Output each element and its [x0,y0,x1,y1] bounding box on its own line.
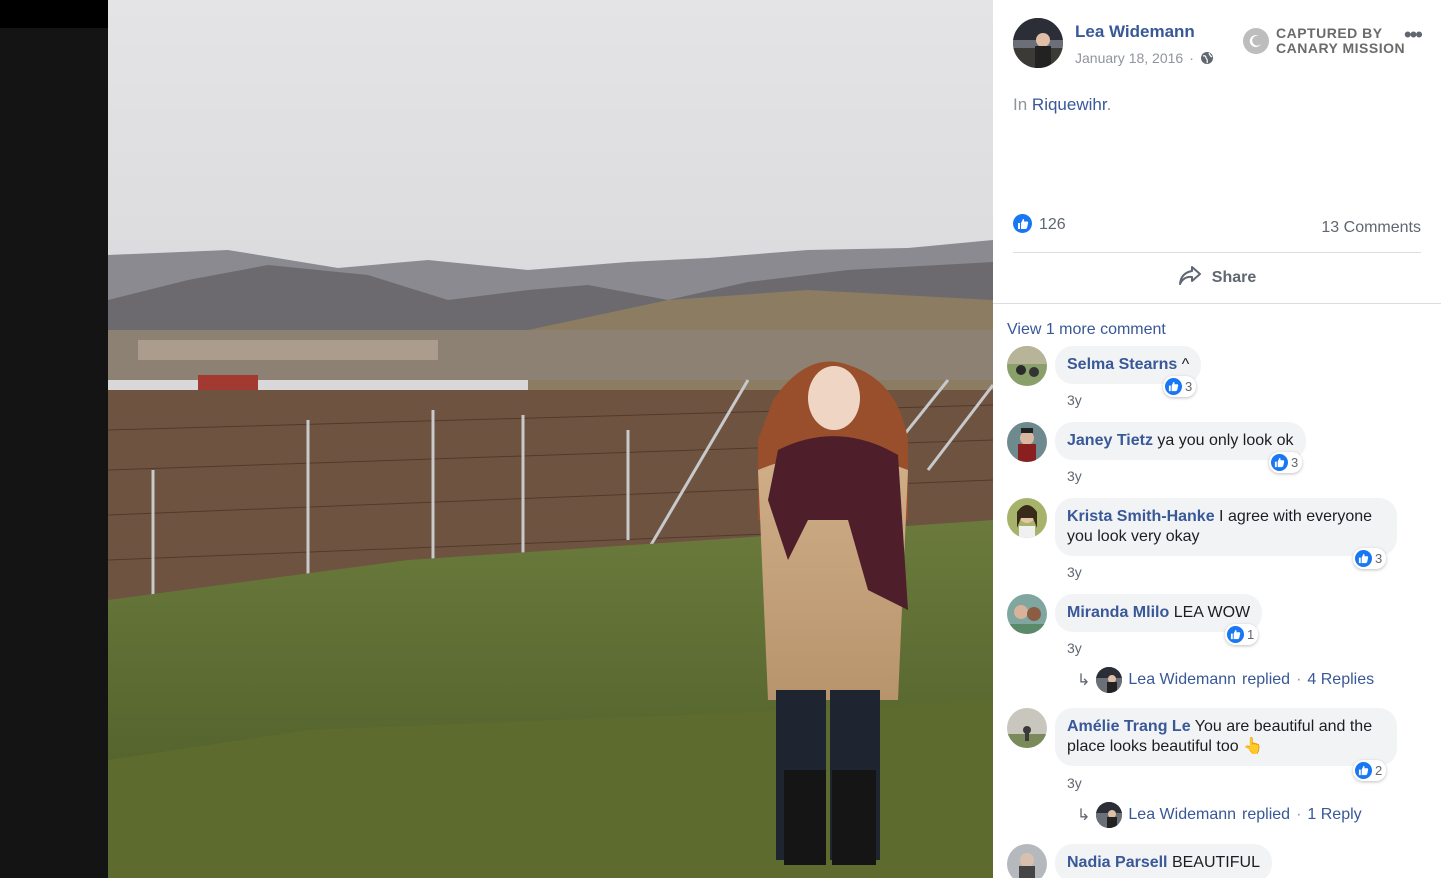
comment-time[interactable]: 3y [1067,392,1082,408]
post-meta: January 18, 2016 · [1075,50,1214,66]
commenter-avatar[interactable] [1007,844,1047,878]
post-date[interactable]: January 18, 2016 [1075,50,1183,66]
like-reaction-icon [1271,454,1288,471]
commenter-avatar[interactable] [1007,346,1047,386]
comment-bubble: Krista Smith-Hanke I agree with everyone… [1055,498,1397,556]
comment-text: ya you only look ok [1157,432,1294,449]
reply-verb: replied [1242,671,1291,688]
reply-separator: · [1296,671,1302,688]
location-link[interactable]: Riquewihr [1032,95,1107,114]
left-background [0,0,108,878]
commenter-avatar[interactable] [1007,498,1047,538]
globe-icon[interactable] [1200,51,1214,65]
comment-reaction[interactable]: 3 [1353,548,1387,569]
more-horizontal-icon[interactable]: ••• [1404,22,1423,48]
divider [993,303,1441,304]
commenter-avatar[interactable] [1007,422,1047,462]
comment-item: Janey Tietz ya you only look ok 3 3y [1007,422,1427,484]
comment-count[interactable]: 13 Comments [1321,219,1421,237]
commenter-avatar[interactable] [1007,708,1047,748]
photo-viewer: Lea Widemann January 18, 2016 · CAPTURED… [0,0,1441,878]
share-button[interactable]: Share [1013,262,1421,294]
comment-text: You are beautiful and the [1194,718,1373,735]
commenter-name[interactable]: Miranda Mlilo [1067,604,1169,621]
comment-bubble: Nadia Parsell BEAUTIFUL [1055,844,1272,878]
reply-author: Lea Widemann [1128,671,1237,688]
comment-like-count: 2 [1375,763,1383,778]
reply-count: 4 Replies [1307,671,1375,688]
comment-bubble: Janey Tietz ya you only look ok [1055,422,1306,460]
view-more-comments-link[interactable]: View 1 more comment [1007,321,1166,339]
comment-reaction[interactable]: 2 [1353,760,1387,781]
comment-bubble: Amélie Trang Le You are beautiful and th… [1055,708,1397,766]
comment-reaction[interactable]: 3 [1269,452,1303,473]
share-label: Share [1211,269,1257,286]
comment-item: Amélie Trang Le You are beautiful and th… [1007,708,1427,791]
reply-arrow-icon: ↳ [1077,807,1091,824]
comment-item: Nadia Parsell BEAUTIFUL [1007,844,1427,878]
comment-text: I agree with everyone [1219,508,1373,525]
reply-verb: replied [1242,806,1291,823]
captured-line1: CAPTURED BY [1276,25,1383,41]
comment-item: Selma Stearns ^ 3 3y [1007,346,1427,408]
like-reaction-icon [1355,762,1372,779]
pointing-up-emoji-icon: 👆 [1243,738,1264,755]
view-replies-link[interactable]: ↳ Lea Widemann replied · 4 Replies [1077,667,1374,693]
like-reaction-icon [1165,378,1182,395]
divider [1013,252,1421,253]
date-separator: · [1189,50,1194,66]
reply-author-avatar [1096,802,1123,828]
reply-author: Lea Widemann [1128,806,1237,823]
like-reaction-icon[interactable] [1013,214,1032,233]
like-reaction-icon [1227,626,1244,643]
comment-text: ^ [1181,356,1190,373]
comment-like-count: 3 [1291,455,1299,470]
comment-item: Miranda Mlilo LEA WOW 1 3y [1007,594,1427,656]
comment-time[interactable]: 3y [1067,468,1082,484]
reply-author-avatar [1096,667,1123,693]
comment-item: Krista Smith-Hanke I agree with everyone… [1007,498,1427,580]
reactions-bar: 126 13 Comments [1013,214,1421,238]
comment-text: LEA WOW [1173,604,1251,621]
comment-like-count: 1 [1247,627,1255,642]
post-header: Lea Widemann January 18, 2016 · CAPTURED… [1013,18,1423,72]
location-line: In Riquewihr. [1013,95,1111,115]
comment-text-line2: place looks beautiful too [1067,738,1239,755]
comment-time[interactable]: 3y [1067,564,1082,580]
post-side-panel: Lea Widemann January 18, 2016 · CAPTURED… [993,0,1441,878]
reply-separator: · [1296,806,1302,823]
reply-arrow-icon: ↳ [1077,672,1091,689]
share-icon [1178,265,1202,292]
comment-text-line2: you look very okay [1067,528,1200,545]
comment-like-count: 3 [1185,379,1193,394]
author-avatar[interactable] [1013,18,1063,68]
like-reaction-icon [1355,550,1372,567]
location-suffix: . [1106,95,1112,114]
commenter-name[interactable]: Amélie Trang Le [1067,718,1191,735]
location-prefix: In [1013,95,1028,114]
comment-time[interactable]: 3y [1067,775,1082,791]
canary-mission-logo-icon [1243,28,1269,54]
captured-watermark: CAPTURED BY CANARY MISSION [1243,26,1405,56]
comment-text: BEAUTIFUL [1171,854,1260,871]
top-bar [0,0,108,28]
like-count[interactable]: 126 [1039,216,1066,234]
comment-reaction[interactable]: 1 [1225,624,1259,645]
reply-count: 1 Reply [1307,806,1362,823]
commenter-name[interactable]: Janey Tietz [1067,432,1153,449]
commenter-name[interactable]: Selma Stearns [1067,356,1177,373]
commenter-name[interactable]: Krista Smith-Hanke [1067,508,1215,525]
author-name[interactable]: Lea Widemann [1075,22,1195,42]
comment-reaction[interactable]: 3 [1163,376,1197,397]
captured-line2: CANARY MISSION [1276,40,1406,56]
post-photo[interactable] [108,0,993,878]
commenter-avatar[interactable] [1007,594,1047,634]
commenter-name[interactable]: Nadia Parsell [1067,854,1168,871]
comment-like-count: 3 [1375,551,1383,566]
comment-time[interactable]: 3y [1067,640,1082,656]
view-replies-link[interactable]: ↳ Lea Widemann replied · 1 Reply [1077,802,1362,828]
